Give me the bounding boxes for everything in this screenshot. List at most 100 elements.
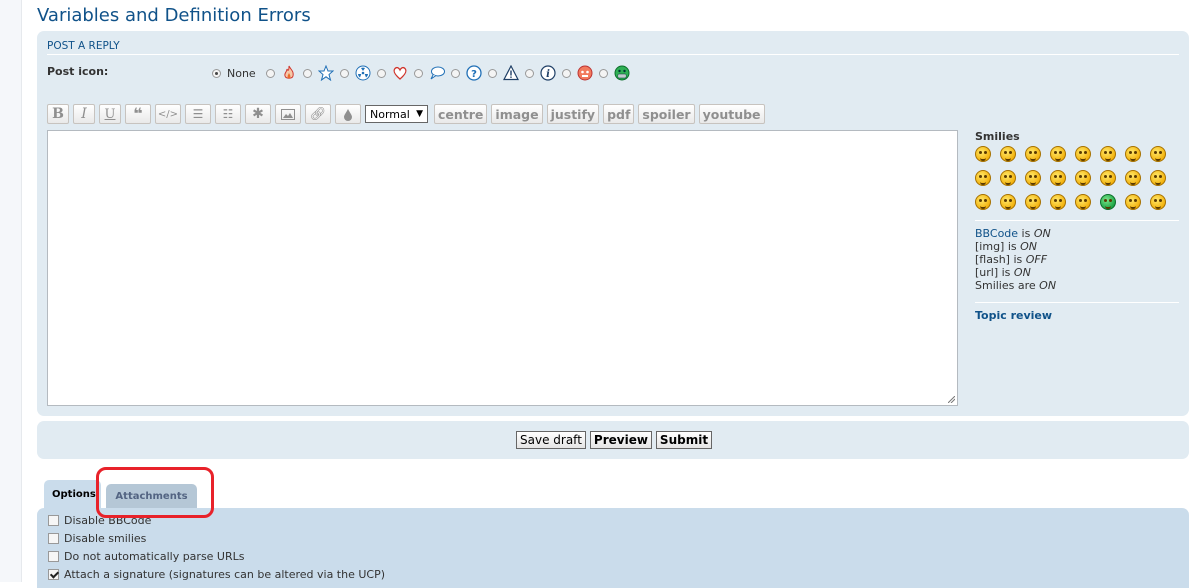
smilies-grid	[975, 146, 1179, 210]
preview-button[interactable]: Preview	[589, 431, 652, 449]
color-button[interactable]	[335, 104, 361, 124]
option-attach-signature[interactable]: Attach a signature (signatures can be al…	[48, 568, 385, 581]
italic-icon: I	[81, 106, 87, 122]
pdf-button[interactable]: pdf	[603, 104, 635, 124]
smiley-icon[interactable]	[1050, 146, 1066, 162]
option-label: Attach a signature (signatures can be al…	[64, 568, 386, 581]
smiley-icon[interactable]	[1150, 194, 1166, 210]
smiley-icon[interactable]	[1000, 194, 1016, 210]
centre-button[interactable]: centre	[434, 104, 488, 124]
font-size-select[interactable]: Normal ▼	[365, 105, 428, 123]
asterisk-icon: ✱	[252, 106, 264, 122]
checkbox[interactable]	[48, 533, 59, 544]
speech-bubble-icon[interactable]	[429, 65, 445, 81]
mad-face-icon[interactable]	[577, 65, 593, 81]
image-button[interactable]	[275, 104, 301, 124]
underline-icon: U	[104, 106, 116, 122]
info-icon[interactable]: i	[540, 65, 556, 81]
message-textarea[interactable]	[47, 130, 958, 406]
smiley-icon[interactable]	[1075, 170, 1091, 186]
post-icon-radio[interactable]	[302, 68, 312, 78]
code-icon: </>	[157, 108, 179, 120]
post-icon-radio[interactable]	[339, 68, 349, 78]
smiley-icon[interactable]	[1075, 146, 1091, 162]
checkbox[interactable]	[48, 569, 59, 580]
smiley-icon[interactable]	[1000, 170, 1016, 186]
submit-bar: Save draft Preview Submit	[37, 421, 1189, 459]
img-status: [img] is ON	[975, 240, 1179, 253]
smilies-heading: Smilies	[975, 130, 1020, 143]
youtube-button[interactable]: youtube	[698, 104, 765, 124]
smilies-value: ON	[1039, 279, 1057, 292]
post-icon-radio[interactable]	[376, 68, 386, 78]
tab-options[interactable]: Options	[44, 480, 101, 509]
smiley-icon[interactable]	[1125, 146, 1141, 162]
flash-value: OFF	[1025, 253, 1048, 266]
smiley-icon[interactable]	[1025, 170, 1041, 186]
smiley-icon[interactable]	[975, 146, 991, 162]
link-icon: 🔗︎	[309, 106, 327, 122]
post-icon-radio[interactable]	[413, 68, 423, 78]
smiley-icon[interactable]	[1050, 194, 1066, 210]
checkbox[interactable]	[48, 515, 59, 526]
checkbox[interactable]	[48, 551, 59, 562]
radioactive-icon[interactable]	[355, 65, 371, 81]
heart-icon[interactable]	[392, 65, 408, 81]
post-icon-radio[interactable]	[265, 68, 275, 78]
underline-button[interactable]: U	[99, 104, 121, 124]
post-icon-radio[interactable]	[450, 68, 460, 78]
smiley-icon[interactable]	[1100, 170, 1116, 186]
smiley-icon[interactable]	[1025, 146, 1041, 162]
topic-review-link[interactable]: Topic review	[975, 309, 1179, 322]
post-icon-radio[interactable]	[561, 68, 571, 78]
list-button[interactable]: ☰	[185, 104, 211, 124]
submit-button[interactable]: Submit	[655, 431, 713, 449]
resize-handle-icon[interactable]	[948, 396, 955, 403]
smiley-icon[interactable]	[1150, 146, 1166, 162]
smiley-icon[interactable]	[1125, 170, 1141, 186]
list-numbered-button[interactable]: ☷	[215, 104, 241, 124]
bold-button[interactable]: B	[47, 104, 69, 124]
option-disable-smilies[interactable]: Disable smilies	[48, 532, 146, 545]
star-icon[interactable]	[317, 65, 334, 81]
smiley-icon[interactable]	[1000, 146, 1016, 162]
save-draft-button[interactable]: Save draft	[516, 431, 586, 449]
smilies-label: Smilies are	[975, 279, 1040, 292]
list-icon: ☰	[192, 107, 204, 121]
smiley-icon[interactable]	[975, 194, 991, 210]
bbcode-link[interactable]: BBCode	[975, 227, 1018, 240]
justify-button[interactable]: justify	[546, 104, 600, 124]
svg-text:i: i	[546, 69, 550, 80]
page-title[interactable]: Variables and Definition Errors	[37, 5, 311, 26]
smiley-icon[interactable]	[1100, 194, 1116, 210]
grin-face-icon[interactable]	[614, 65, 630, 81]
code-button[interactable]: </>	[155, 104, 181, 124]
image-bbcode-button[interactable]: image	[491, 104, 543, 124]
bbcode-is: is	[1018, 227, 1034, 240]
smiley-icon[interactable]	[1125, 194, 1141, 210]
spoiler-button[interactable]: spoiler	[638, 104, 695, 124]
bbcode-value: ON	[1033, 227, 1051, 240]
post-icon-radio[interactable]	[598, 68, 608, 78]
url-status: [url] is ON	[975, 266, 1179, 279]
smiley-icon[interactable]	[1050, 170, 1066, 186]
quote-icon: ❝	[133, 104, 143, 123]
quote-button[interactable]: ❝	[125, 104, 151, 124]
warning-icon[interactable]	[502, 65, 519, 81]
smiley-icon[interactable]	[1150, 170, 1166, 186]
post-icon-radio[interactable]	[524, 68, 534, 78]
post-icon-radio[interactable]	[487, 68, 497, 78]
italic-button[interactable]: I	[73, 104, 95, 124]
url-button[interactable]: 🔗︎	[305, 104, 331, 124]
list-item-button[interactable]: ✱	[245, 104, 271, 124]
smiley-icon[interactable]	[1100, 146, 1116, 162]
post-icon-none-radio[interactable]	[212, 68, 221, 78]
smiley-icon[interactable]	[1075, 194, 1091, 210]
smiley-icon[interactable]	[975, 170, 991, 186]
panel-title: POST A REPLY	[47, 40, 120, 52]
smiley-icon[interactable]	[1025, 194, 1041, 210]
fire-icon[interactable]	[281, 65, 297, 81]
question-icon[interactable]: ?	[466, 65, 482, 81]
option-no-parse-urls[interactable]: Do not automatically parse URLs	[48, 550, 245, 563]
option-label: Disable smilies	[64, 532, 147, 545]
